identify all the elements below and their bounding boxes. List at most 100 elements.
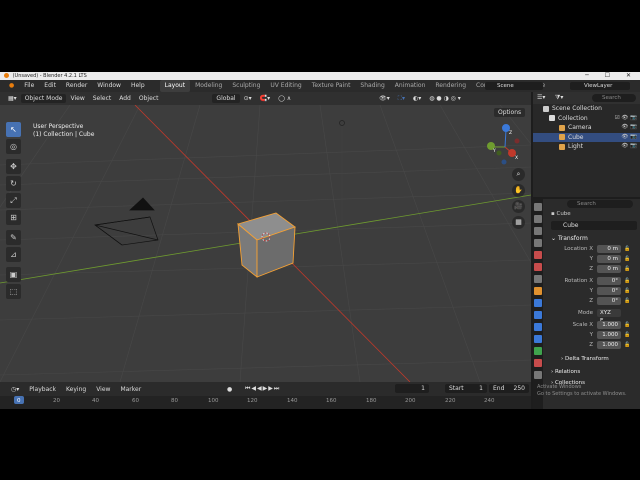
3d-viewport[interactable]: Z X Y User Perspective (1) Collection | … [0,105,531,382]
tab-collection[interactable] [534,275,542,283]
view-layer-selector[interactable]: ViewLayer [570,82,630,90]
end-frame-field[interactable]: End 250 [489,384,529,393]
tab-constraints[interactable] [534,335,542,343]
scene-selector[interactable]: Scene [485,82,543,90]
tab-scene[interactable] [534,251,542,259]
lock-icon[interactable]: 🔓 [624,332,630,338]
rotation-z-field[interactable]: 0° [597,297,621,305]
select-box-tool[interactable]: ↖ [6,122,21,137]
pivot-icon[interactable]: ⊙▾ [240,95,256,102]
perspective-toggle-icon[interactable]: ▦ [512,216,525,229]
outliner-row-light[interactable]: Light 👁 📷 [533,142,640,152]
snap-icon[interactable]: 🧲▾ [256,95,274,102]
menu-timeline-view[interactable]: View [91,386,115,393]
lock-icon[interactable]: 🔓 [624,246,630,252]
visibility-icons[interactable]: 👁 📷 [621,142,637,152]
menu-file[interactable]: File [19,80,39,92]
start-frame-field[interactable]: Start 1 [445,384,487,393]
lock-icon[interactable]: 🔓 [624,288,630,294]
scale-tool[interactable]: ⤢ [6,193,21,208]
tab-render[interactable] [534,215,542,223]
transform-orientation-dropdown[interactable]: Global [212,94,240,103]
gizmo-toggle-icon[interactable]: ⛶▾ [394,95,409,103]
outliner-row-collection[interactable]: Collection ☑ 👁 📷 [533,114,640,124]
location-x-field[interactable]: 0 m [597,245,621,253]
scale-y-field[interactable]: 1.000 [597,331,621,339]
relations-section[interactable]: › Relations [551,369,580,375]
outliner-search-input[interactable]: Search [592,94,636,102]
tab-rendering[interactable]: Rendering [430,80,471,92]
rotation-x-field[interactable]: 0° [597,277,621,285]
visibility-icon[interactable]: 👁▾ [375,95,394,102]
tab-physics[interactable] [534,323,542,331]
tab-layout[interactable]: Layout [159,80,191,92]
menu-object[interactable]: Object [135,95,163,102]
rotate-tool[interactable]: ↻ [6,176,21,191]
tab-modifiers[interactable] [534,299,542,307]
cursor-tool[interactable]: ◎ [6,139,21,154]
lock-icon[interactable]: 🔓 [624,298,630,304]
tab-sculpting[interactable]: Sculpting [227,80,265,92]
transform-tool[interactable]: ⊞ [6,210,21,225]
tab-material[interactable] [534,359,542,367]
rotation-y-field[interactable]: 0° [597,287,621,295]
menu-marker[interactable]: Marker [115,386,146,393]
lock-icon[interactable]: 🔓 [624,278,630,284]
tab-animation[interactable]: Animation [390,80,431,92]
blender-menu-icon[interactable]: ● [4,80,19,92]
delta-transform-section[interactable]: › Delta Transform [561,356,609,362]
auto-key-icon[interactable]: ● [222,386,237,393]
camera-view-icon[interactable]: 🎥 [512,200,525,213]
outliner-row-camera[interactable]: Camera 👁 📷 [533,123,640,133]
menu-add[interactable]: Add [115,95,135,102]
editor-type-icon[interactable]: ▦▾ [4,95,21,102]
menu-keying[interactable]: Keying [61,386,91,393]
menu-window[interactable]: Window [92,80,126,92]
add-cube-tool[interactable]: ▣ [6,267,21,282]
menu-playback[interactable]: Playback [24,386,61,393]
pan-hand-icon[interactable]: ✋ [512,184,525,197]
menu-render[interactable]: Render [61,80,92,92]
tab-data[interactable] [534,347,542,355]
scale-x-field[interactable]: 1.000 [597,321,621,329]
proportional-edit-icon[interactable]: ◯ ∧ [274,95,295,102]
measure-tool[interactable]: ⊿ [6,247,21,262]
location-z-field[interactable]: 0 m [597,265,621,273]
visibility-icons[interactable]: ☑ 👁 📷 [615,114,637,124]
annotate-tool[interactable]: ✎ [6,230,21,245]
overlay-toggle-icon[interactable]: ◐▾ [409,95,425,102]
outliner-row-scene-collection[interactable]: Scene Collection [533,104,640,114]
shading-mode-icons[interactable]: ◍ ● ◑ ◎ ▾ [425,95,465,102]
add-object-tool[interactable]: ⬚ [6,284,21,299]
current-frame-field[interactable]: 1 [395,384,429,393]
menu-view[interactable]: View [66,95,88,102]
tab-modeling[interactable]: Modeling [190,80,227,92]
menu-help[interactable]: Help [126,80,150,92]
tab-output[interactable] [534,227,542,235]
timeline-ruler[interactable]: 0 20 40 60 80 100 120 140 160 180 200 22… [0,396,531,409]
zoom-icon[interactable]: ⌕ [512,168,525,181]
lock-icon[interactable]: 🔓 [624,256,630,262]
scale-z-field[interactable]: 1.000 [597,341,621,349]
options-button[interactable]: Options [494,108,526,117]
tab-uv-editing[interactable]: UV Editing [265,80,306,92]
outliner-row-cube[interactable]: Cube 👁 📷 [533,132,640,143]
timeline-editor-icon[interactable]: ◷▾ [6,386,24,393]
location-y-field[interactable]: 0 m [597,255,621,263]
lock-icon[interactable]: 🔓 [624,342,630,348]
tab-object[interactable] [534,287,542,295]
rotation-mode-dropdown[interactable]: XYZ E... [597,309,621,324]
menu-select[interactable]: Select [89,95,116,102]
move-tool[interactable]: ✥ [6,159,21,174]
transform-section-header[interactable]: ⌄ Transform [551,235,588,242]
mode-dropdown[interactable]: Object Mode [20,94,67,103]
properties-search-input[interactable]: Search [567,200,633,208]
outliner-filter-icon[interactable]: ⧩▾ [555,94,563,102]
visibility-icons[interactable]: 👁 📷 [621,133,637,143]
tab-shading[interactable]: Shading [355,80,389,92]
tab-world[interactable] [534,263,542,271]
playback-controls[interactable]: ⏮◀◀▶▶⏭ [240,385,285,393]
tab-tool[interactable] [534,203,542,211]
window-controls[interactable]: ─ ☐ ✕ [585,72,638,80]
tab-particles[interactable] [534,311,542,319]
